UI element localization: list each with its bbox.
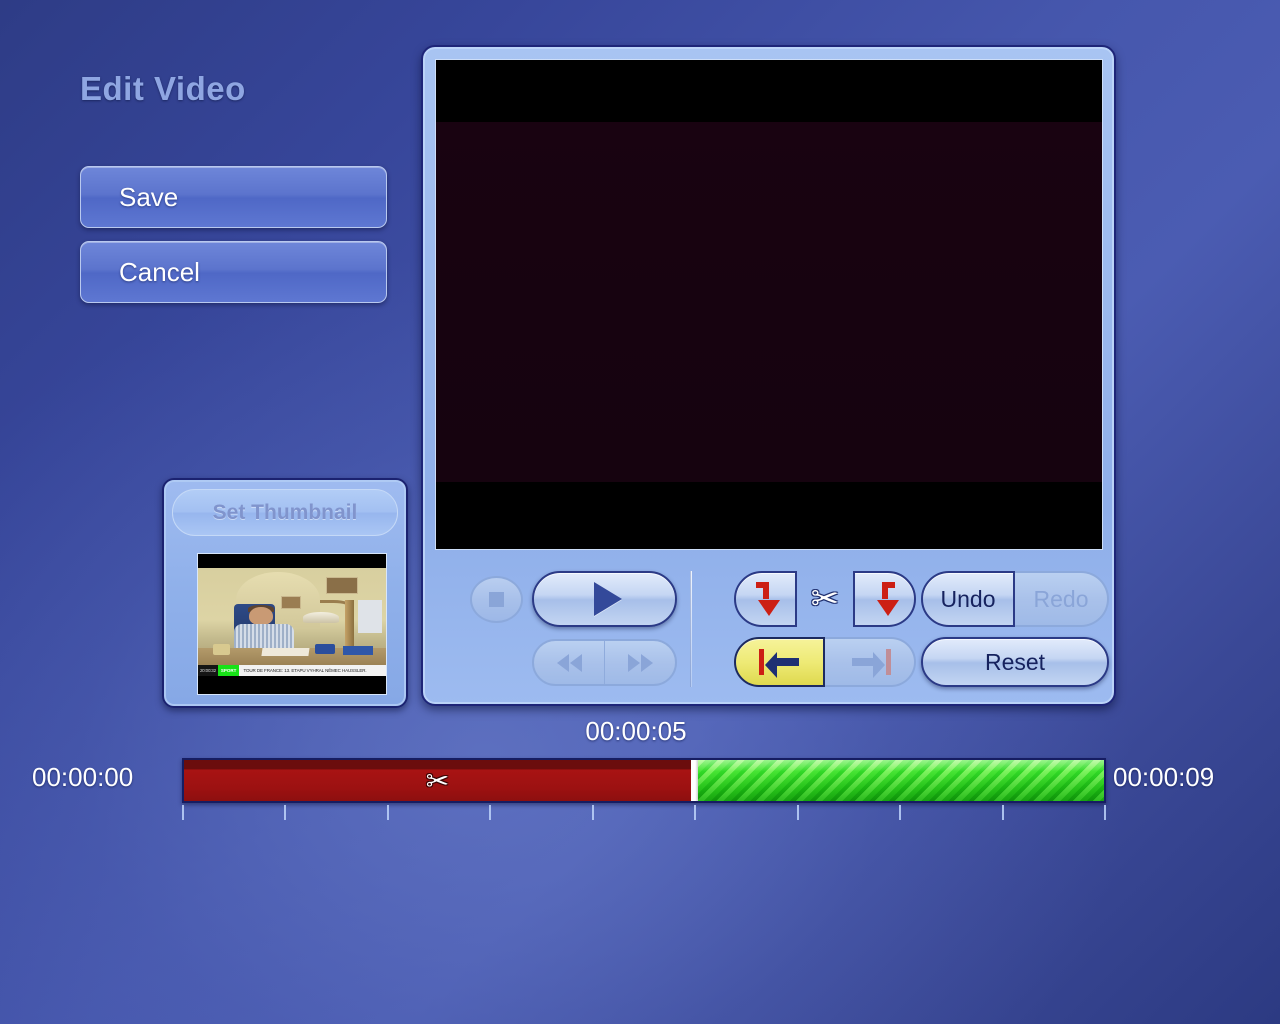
- cancel-button-label: Cancel: [119, 256, 200, 287]
- video-letterbox-top: [435, 60, 1102, 122]
- timeline-tick: [1104, 805, 1106, 820]
- redo-label: Redo: [1033, 585, 1089, 612]
- timeline-tick: [387, 805, 389, 820]
- timeline-scissors-icon: ✂: [425, 765, 450, 796]
- page-title: Edit Video: [80, 70, 246, 107]
- cut-start-arrow-icon: [751, 582, 781, 616]
- video-letterbox-bottom: [435, 482, 1102, 549]
- timeline-area: 00:00:05 00:00:00 00:00:09 ✂: [0, 706, 1280, 826]
- thumbnail-panel: Set Thumbnail 20:00:32 SPORT TOUR DE FRA…: [162, 478, 408, 708]
- timeline-end-time: 00:00:09: [1113, 762, 1215, 792]
- scene-paper: [261, 647, 310, 656]
- undo-redo-group: Undo Redo: [921, 571, 1109, 627]
- cut-start-button[interactable]: [734, 571, 797, 627]
- timeline-tick: [489, 805, 491, 820]
- video-frame-content: [435, 122, 1102, 484]
- fast-forward-icon: [627, 653, 640, 672]
- timeline-playhead[interactable]: [691, 760, 698, 801]
- rewind-forward-group: [532, 639, 677, 686]
- mark-out-icon: [847, 649, 893, 678]
- video-preview-screen[interactable]: [434, 59, 1103, 550]
- scene-lamp-stem: [344, 600, 355, 649]
- scene-person-head: [248, 606, 274, 626]
- left-sidebar: Edit Video Save Cancel: [0, 0, 420, 460]
- reset-button[interactable]: Reset: [921, 637, 1109, 687]
- thumbnail-letterbox-bottom: [198, 676, 386, 694]
- fast-forward-icon-second: [640, 653, 653, 672]
- scene-object-left: [213, 643, 230, 656]
- thumbnail-letterbox-top: [198, 554, 386, 568]
- rewind-icon: [556, 653, 569, 672]
- set-thumbnail-label: Set Thumbnail: [212, 500, 358, 524]
- caption-timecode: 20:00:32: [198, 665, 218, 676]
- trim-button-group: ✂: [734, 571, 916, 627]
- stop-button[interactable]: [470, 576, 523, 623]
- timeline-tick: [592, 805, 594, 820]
- timeline-start-time: 00:00:00: [32, 762, 134, 792]
- mark-in-icon: [757, 649, 803, 678]
- timeline-tick: [182, 805, 184, 820]
- thumbnail-caption-bar: 20:00:32 SPORT TOUR DE FRANCE: 13. ETAPU…: [198, 665, 386, 676]
- fast-forward-button[interactable]: [605, 641, 675, 684]
- mark-button-group: [734, 637, 916, 687]
- save-button-label: Save: [119, 181, 179, 212]
- scene-monitor: [357, 600, 383, 633]
- thumbnail-scene: [198, 568, 386, 676]
- mark-in-button[interactable]: [734, 637, 825, 687]
- scene-picture-frame-small: [280, 596, 302, 610]
- timeline-tick: [1002, 805, 1004, 820]
- cut-end-arrow-icon: [870, 582, 900, 616]
- stop-icon: [489, 592, 504, 607]
- timeline-ticks: [182, 805, 1106, 821]
- set-thumbnail-button[interactable]: Set Thumbnail: [172, 489, 398, 536]
- play-icon: [593, 582, 622, 616]
- timeline-tick: [797, 805, 799, 820]
- cut-end-button[interactable]: [853, 571, 916, 627]
- undo-button[interactable]: Undo: [921, 571, 1015, 627]
- timeline-kept-segment[interactable]: [698, 760, 1104, 801]
- redo-button[interactable]: Redo: [1015, 571, 1109, 627]
- rewind-button[interactable]: [534, 641, 605, 684]
- timeline-current-time: 00:00:05: [0, 716, 1280, 747]
- player-panel: ✂ Undo Redo Reset: [421, 45, 1116, 706]
- mark-out-button[interactable]: [825, 637, 916, 687]
- timeline-track[interactable]: ✂: [182, 758, 1106, 803]
- scene-object-center: [314, 643, 336, 655]
- toolbar-divider: [690, 571, 692, 687]
- caption-category-tag: SPORT: [217, 665, 240, 676]
- timeline-trimmed-segment[interactable]: ✂: [184, 760, 691, 801]
- transport-toolbar: ✂ Undo Redo Reset: [432, 561, 1109, 696]
- save-button[interactable]: Save: [80, 166, 387, 228]
- caption-headline: TOUR DE FRANCE: 13. ETAPU VYHRAL NĚMEC H…: [243, 668, 367, 673]
- undo-label: Undo: [940, 585, 996, 612]
- timeline-current-time-text: 00:00:05: [585, 716, 687, 746]
- scene-object-right: [342, 645, 373, 656]
- play-button[interactable]: [532, 571, 677, 627]
- thumbnail-preview-image[interactable]: 20:00:32 SPORT TOUR DE FRANCE: 13. ETAPU…: [197, 553, 387, 695]
- reset-label: Reset: [984, 648, 1046, 675]
- rewind-icon-second: [569, 653, 582, 672]
- cancel-button[interactable]: Cancel: [80, 241, 387, 303]
- scene-lamp-shade: [303, 612, 339, 624]
- scene-picture-frame: [325, 576, 358, 594]
- timeline-tick: [284, 805, 286, 820]
- scissors-icon[interactable]: ✂: [797, 571, 853, 627]
- timeline-tick: [694, 805, 696, 820]
- timeline-tick: [899, 805, 901, 820]
